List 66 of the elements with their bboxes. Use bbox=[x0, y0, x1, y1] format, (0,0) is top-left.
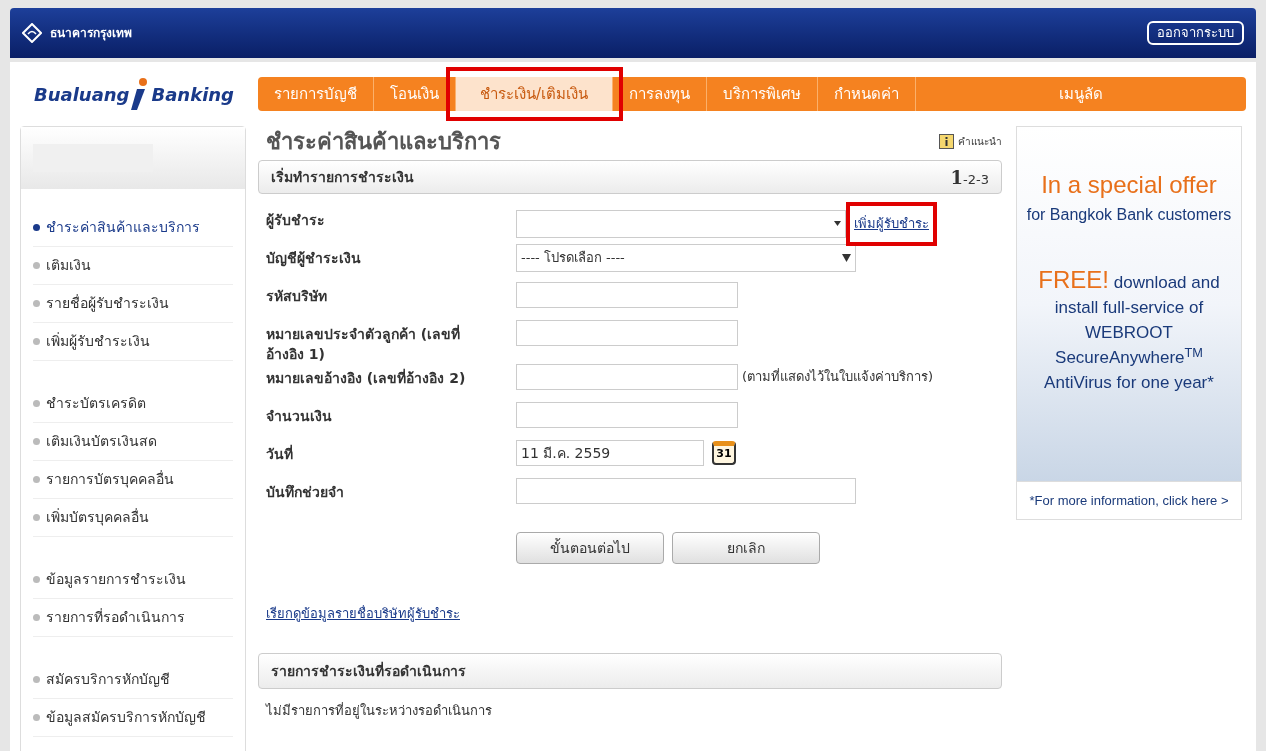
field-note: (ตามที่แสดงไว้ในใบแจ้งค่าบริการ) bbox=[742, 367, 934, 387]
dropdown-arrow-icon bbox=[842, 254, 851, 262]
field-label: ผู้รับชำระ bbox=[266, 211, 326, 230]
sidebar-item[interactable]: เพิ่มบัตรบุคคลอื่น bbox=[33, 499, 233, 537]
step-indicator: -2 bbox=[963, 171, 977, 189]
field-label: รหัสบริษัท bbox=[266, 287, 328, 306]
bullet-icon bbox=[33, 476, 40, 483]
input-field[interactable] bbox=[516, 402, 738, 428]
ad-headline: In a special offer bbox=[1041, 170, 1217, 200]
sidebar-item[interactable]: รายชื่อผู้รับชำระเงิน bbox=[33, 285, 233, 323]
input-field[interactable] bbox=[516, 478, 856, 504]
sidebar-item[interactable]: ชำระบัตรเครดิต bbox=[33, 385, 233, 423]
payee-combo-field[interactable] bbox=[516, 209, 846, 238]
brand-logo-text: Bualuang bbox=[33, 82, 130, 107]
bank-name: ธนาคารกรุงเทพ bbox=[50, 25, 132, 42]
sidebar-item[interactable]: เติมเงินบัตรเงินสด bbox=[33, 423, 233, 461]
sidebar-item[interactable]: ข้อมูลรายการชำระเงิน bbox=[33, 561, 233, 599]
field-label: บันทึกช่วยจำ bbox=[266, 483, 345, 502]
section-title: เริ่มทำรายการชำระเงิน bbox=[271, 166, 414, 187]
bullet-icon bbox=[33, 714, 40, 721]
help-link[interactable]: คำแนะนำ bbox=[958, 133, 1002, 149]
bullet-icon bbox=[33, 614, 40, 621]
sidebar-item[interactable]: รายการบัตรบุคคลอื่น bbox=[33, 461, 233, 499]
step-indicator: 1 bbox=[950, 165, 964, 190]
bullet-icon bbox=[33, 438, 40, 445]
ad-more-info-link[interactable]: *For more information, click here > bbox=[1016, 482, 1242, 520]
brand-logo-text: Banking bbox=[151, 82, 234, 107]
sidebar-item[interactable]: รายการที่รอดำเนินการ bbox=[33, 599, 233, 637]
input-field[interactable] bbox=[516, 282, 738, 308]
form-button[interactable]: ยกเลิก bbox=[672, 532, 820, 564]
bullet-icon bbox=[33, 576, 40, 583]
sidebar-item[interactable]: สมัครบริการหักบัญชี bbox=[33, 661, 233, 699]
logout-button[interactable]: ออกจากระบบ bbox=[1147, 21, 1244, 45]
sidebar-item[interactable]: เติมเงิน bbox=[33, 247, 233, 285]
diamond-logo-icon bbox=[22, 23, 42, 43]
bullet-icon bbox=[33, 400, 40, 407]
account-select[interactable]: ---- โปรดเลือก ---- bbox=[516, 244, 856, 272]
field-label: บัญชีผู้ชำระเงิน bbox=[266, 249, 362, 268]
bullet-icon bbox=[33, 338, 40, 345]
calendar-icon[interactable]: 31 bbox=[712, 441, 736, 465]
bullet-icon bbox=[33, 514, 40, 521]
input-field[interactable] bbox=[516, 364, 738, 390]
bullet-icon bbox=[33, 300, 40, 307]
dropdown-arrow-icon bbox=[834, 221, 841, 227]
payee-lookup-link[interactable]: เรียกดูข้อมูลรายชื่อบริษัทผู้รับชำระ bbox=[266, 604, 460, 624]
info-icon bbox=[939, 133, 954, 149]
ad-subtitle: for Bangkok Bank customers bbox=[1026, 205, 1232, 225]
sidebar-item[interactable]: ชำระค่าสินค้าและบริการ bbox=[33, 209, 233, 247]
bullet-icon bbox=[33, 224, 40, 231]
field-label: หมายเลขประจำตัวลูกค้า (เลขที่อ้างอิง 1) bbox=[266, 323, 462, 364]
ad-banner[interactable]: In a special offer for Bangkok Bank customers FREE! download and install full-service of WEBROOT SecureAnywhere$^{TM}$ AntiVirus for one year* bbox=[1016, 126, 1242, 482]
input-field[interactable] bbox=[516, 320, 738, 346]
step-indicator: -3 bbox=[976, 170, 989, 189]
page-title: ชำระค่าสินค้าและบริการ bbox=[265, 127, 501, 156]
section-title: รายการชำระเงินที่รอดำเนินการ bbox=[271, 660, 466, 681]
sidebar-item[interactable]: เพิ่มผู้รับชำระเงิน bbox=[33, 323, 233, 361]
empty-message: ไม่มีรายการที่อยู่ในระหว่างรอดำเนินการ bbox=[264, 701, 493, 721]
bullet-icon bbox=[33, 676, 40, 683]
field-label: วันที่ bbox=[266, 443, 294, 464]
field-label: จำนวนเงิน bbox=[266, 407, 333, 426]
ad-body: FREE! download and install full-service of WEBROOT SecureAnywhere$^{TM}$ AntiVirus for one year* bbox=[1037, 267, 1221, 394]
date-field[interactable]: 11 มี.ค. 2559 bbox=[516, 440, 704, 466]
bullet-icon bbox=[33, 262, 40, 269]
field-label: หมายเลขอ้างอิง (เลขที่อ้างอิง 2) bbox=[266, 367, 467, 388]
sidebar-item[interactable]: ข้อมูลสมัครบริการหักบัญชี bbox=[33, 699, 233, 737]
form-button[interactable]: ขั้นตอนต่อไป bbox=[516, 532, 664, 564]
